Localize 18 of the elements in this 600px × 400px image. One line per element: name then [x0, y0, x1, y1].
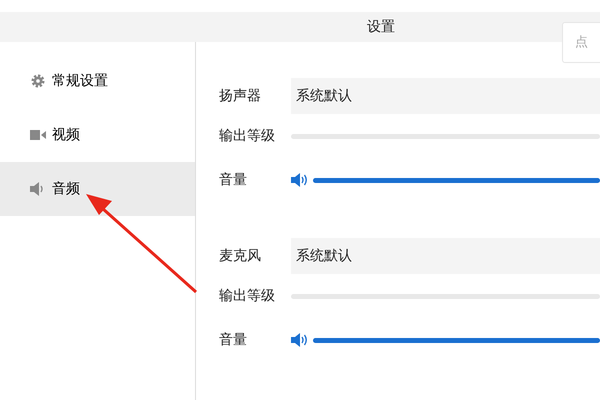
window-title: 设置 — [367, 19, 395, 35]
field-label: 音量 — [219, 330, 248, 350]
volume-slider[interactable] — [313, 338, 600, 342]
gear-icon — [30, 73, 46, 89]
sidebar-item[interactable]: 常规设置 — [0, 54, 195, 108]
volume-icon — [291, 173, 309, 187]
field-label: 输出等级 — [219, 286, 276, 306]
device-select[interactable]: 系统默认 — [291, 238, 600, 274]
field-label: 音量 — [219, 170, 248, 190]
volume-slider[interactable] — [313, 178, 600, 182]
field-label: 输出等级 — [219, 126, 276, 146]
field-label: 扬声器 — [219, 86, 262, 106]
sidebar-item[interactable]: 视频 — [0, 108, 195, 162]
volume-icon — [291, 333, 309, 347]
field-label: 麦克风 — [219, 246, 262, 266]
camera-icon — [30, 129, 46, 141]
sidebar-item[interactable]: 音频 — [0, 162, 195, 216]
device-select[interactable]: 系统默认 — [291, 78, 600, 114]
